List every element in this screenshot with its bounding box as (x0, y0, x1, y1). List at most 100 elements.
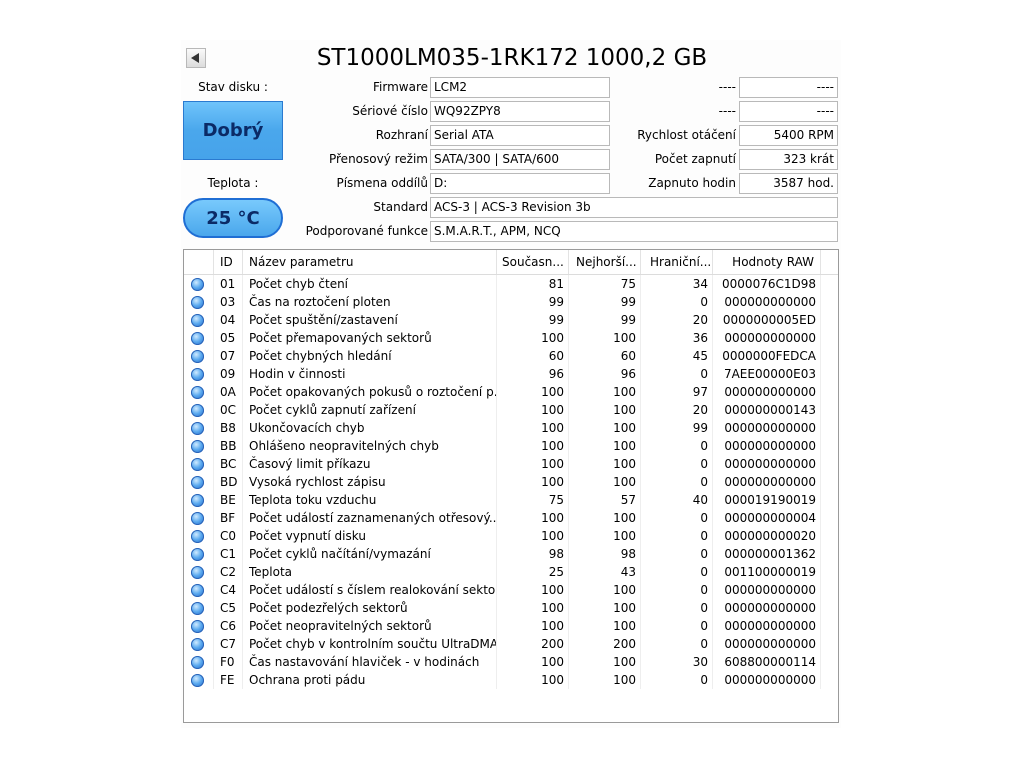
status-cell (184, 365, 214, 383)
cell-name: Časový limit příkazu (243, 455, 497, 473)
table-row[interactable]: C5 Počet podezřelých sektorů 100 100 0 000000… (184, 599, 838, 617)
cell-raw: 000000000000 (713, 635, 821, 653)
cell-threshold: 0 (641, 581, 713, 599)
cell-worst: 100 (569, 419, 641, 437)
column-header-worst[interactable]: Nejhorší... (569, 250, 641, 274)
cell-threshold: 0 (641, 437, 713, 455)
cell-current: 100 (497, 527, 569, 545)
drive-letters-label: Písmena oddílů (336, 176, 428, 190)
cell-name: Čas na roztočení ploten (243, 293, 497, 311)
cell-raw: 000000000004 (713, 509, 821, 527)
health-status-badge[interactable]: Dobrý (183, 101, 283, 160)
cell-worst: 100 (569, 329, 641, 347)
table-row[interactable]: 05 Počet přemapovaných sektorů 100 100 36 000… (184, 329, 838, 347)
status-cell (184, 581, 214, 599)
column-header-threshold[interactable]: Hraniční... (641, 250, 713, 274)
serial-label: Sériové číslo (352, 104, 428, 118)
cell-raw: 608800000114 (713, 653, 821, 671)
cell-id: BC (214, 455, 243, 473)
table-row[interactable]: C7 Počet chyb v kontrolním součtu UltraDM… (184, 635, 838, 653)
table-row[interactable]: 0C Počet cyklů zapnutí zařízení 100 100 20 00… (184, 401, 838, 419)
table-row[interactable]: 09 Hodin v činnosti 96 96 0 7AEE00000E03 (184, 365, 838, 383)
table-row[interactable]: 01 Počet chyb čtení 81 75 34 0000076C1D98 (184, 275, 838, 293)
status-ok-icon (191, 278, 204, 291)
cell-threshold: 20 (641, 401, 713, 419)
cell-threshold: 0 (641, 599, 713, 617)
table-row[interactable]: C6 Počet neopravitelných sektorů 100 100 0 00… (184, 617, 838, 635)
cell-raw: 001100000019 (713, 563, 821, 581)
table-row[interactable]: C0 Počet vypnutí disku 100 100 0 000000000020 (184, 527, 838, 545)
cell-threshold: 0 (641, 635, 713, 653)
cell-name: Vysoká rychlost zápisu (243, 473, 497, 491)
power-count-label: Počet zapnutí (654, 152, 736, 166)
cell-id: F0 (214, 653, 243, 671)
table-row[interactable]: 03 Čas na roztočení ploten 99 99 0 0000000000… (184, 293, 838, 311)
cell-threshold: 0 (641, 365, 713, 383)
blank-field-2: ---- (739, 101, 838, 122)
cell-worst: 57 (569, 491, 641, 509)
firmware-label: Firmware (373, 80, 428, 94)
cell-id: B8 (214, 419, 243, 437)
status-ok-icon (191, 674, 204, 687)
back-button[interactable] (186, 48, 206, 68)
table-row[interactable]: C2 Teplota 25 43 0 001100000019 (184, 563, 838, 581)
table-header: ID Název parametru Současn... Nejhorší..… (184, 250, 838, 275)
cell-worst: 43 (569, 563, 641, 581)
status-ok-icon (191, 620, 204, 633)
cell-worst: 100 (569, 527, 641, 545)
cell-id: 05 (214, 329, 243, 347)
cell-threshold: 0 (641, 617, 713, 635)
temperature-label: Teplota : (207, 176, 259, 190)
cell-threshold: 0 (641, 455, 713, 473)
cell-current: 100 (497, 401, 569, 419)
cell-name: Ohlášeno neopravitelných chyb (243, 437, 497, 455)
table-row[interactable]: F0 Čas nastavování hlaviček - v hodinách 1… (184, 653, 838, 671)
arrow-left-icon (191, 53, 199, 63)
status-cell (184, 635, 214, 653)
cell-id: 0C (214, 401, 243, 419)
table-row[interactable]: B8 Ukončovacích chyb 100 100 99 000000000000 (184, 419, 838, 437)
status-cell (184, 383, 214, 401)
cell-name: Čas nastavování hlaviček - v hodinách (243, 653, 497, 671)
cell-id: 04 (214, 311, 243, 329)
status-cell (184, 419, 214, 437)
table-row[interactable]: C4 Počet událostí s číslem realokování se… (184, 581, 838, 599)
cell-name: Počet chybných hledání (243, 347, 497, 365)
temperature-badge[interactable]: 25 °C (183, 198, 283, 238)
cell-current: 75 (497, 491, 569, 509)
column-header-name[interactable]: Název parametru (243, 250, 497, 274)
table-row[interactable]: BE Teplota toku vzduchu 75 57 40 000019190019 (184, 491, 838, 509)
status-cell (184, 509, 214, 527)
column-header-id[interactable]: ID (214, 250, 243, 274)
cell-worst: 98 (569, 545, 641, 563)
column-header-raw[interactable]: Hodnoty RAW (713, 250, 821, 274)
cell-current: 100 (497, 437, 569, 455)
cell-raw: 0000000FEDCA (713, 347, 821, 365)
column-header-current[interactable]: Současn... (497, 250, 569, 274)
smart-attributes-table[interactable]: ID Název parametru Současn... Nejhorší..… (183, 249, 839, 723)
table-row[interactable]: 0A Počet opakovaných pokusů o roztočení p… (184, 383, 838, 401)
features-field: S.M.A.R.T., APM, NCQ (430, 221, 838, 242)
status-ok-icon (191, 296, 204, 309)
table-row[interactable]: BB Ohlášeno neopravitelných chyb 100 100 0 00… (184, 437, 838, 455)
cell-raw: 000000000000 (713, 383, 821, 401)
table-row[interactable]: BC Časový limit příkazu 100 100 0 00000000000… (184, 455, 838, 473)
status-ok-icon (191, 458, 204, 471)
cell-current: 96 (497, 365, 569, 383)
table-row[interactable]: BD Vysoká rychlost zápisu 100 100 0 000000000… (184, 473, 838, 491)
cell-id: FE (214, 671, 243, 689)
table-row[interactable]: BF Počet událostí zaznamenaných otřesový.… (184, 509, 838, 527)
cell-current: 100 (497, 329, 569, 347)
cell-id: 09 (214, 365, 243, 383)
table-row[interactable]: C1 Počet cyklů načítání/vymazání 98 98 0 0000… (184, 545, 838, 563)
cell-worst: 200 (569, 635, 641, 653)
table-row[interactable]: 07 Počet chybných hledání 60 60 45 0000000FED… (184, 347, 838, 365)
cell-name: Počet událostí s číslem realokování sekt… (243, 581, 497, 599)
cell-id: BB (214, 437, 243, 455)
cell-worst: 100 (569, 473, 641, 491)
cell-threshold: 0 (641, 563, 713, 581)
status-cell (184, 617, 214, 635)
table-row[interactable]: FE Ochrana proti pádu 100 100 0 000000000000 (184, 671, 838, 689)
standard-label: Standard (373, 200, 428, 214)
table-row[interactable]: 04 Počet spuštění/zastavení 99 99 20 00000000… (184, 311, 838, 329)
